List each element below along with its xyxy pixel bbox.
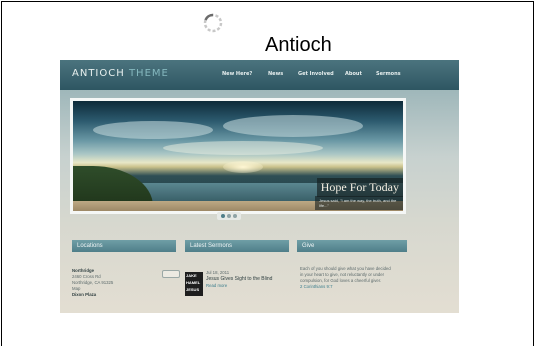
locations-heading: Locations: [72, 240, 176, 252]
nav-item-new-here: New Here?: [222, 71, 253, 77]
give-text: Each of you should give what you have de…: [300, 266, 391, 289]
hero-caption: Hope For Today: [316, 178, 403, 197]
nav-item-about: About: [345, 71, 362, 77]
logo-accent: THEME: [128, 68, 169, 79]
hero-subcaption: Jesus said, "I am the way, the truth, an…: [315, 196, 403, 210]
sermon-thumbnail: JAKE HAMEL JESUS: [185, 272, 203, 296]
pager-dot: [233, 214, 237, 218]
pager-dot: [227, 214, 231, 218]
pager-dot: [221, 214, 225, 218]
hero-image: Hope For Today Jesus said, "I am the way…: [70, 98, 406, 214]
map-toggle: [162, 270, 180, 278]
give-heading: Give: [297, 240, 407, 252]
theme-screenshot: ANTIOCH THEME New Here? News Get Involve…: [60, 60, 459, 313]
slider-pager: [217, 212, 241, 220]
nav-item-news: News: [268, 71, 284, 77]
logo-main: ANTIOCH: [72, 68, 125, 79]
page-title: Antioch: [265, 34, 332, 56]
locations-text: Northridge 2460 Cross Rd Northridge, CA …: [72, 268, 114, 297]
site-logo: ANTIOCH THEME: [72, 68, 169, 79]
latest-sermons-heading: Latest Sermons: [185, 240, 289, 252]
loading-spinner-icon: [203, 13, 223, 33]
sermon-text: Jul 18, 2011 Jesus Gives Sight to the Bl…: [206, 270, 273, 288]
nav-item-sermons: Sermons: [376, 71, 401, 77]
nav-item-get-involved: Get Involved: [298, 71, 334, 77]
site-header: ANTIOCH THEME New Here? News Get Involve…: [60, 60, 459, 90]
